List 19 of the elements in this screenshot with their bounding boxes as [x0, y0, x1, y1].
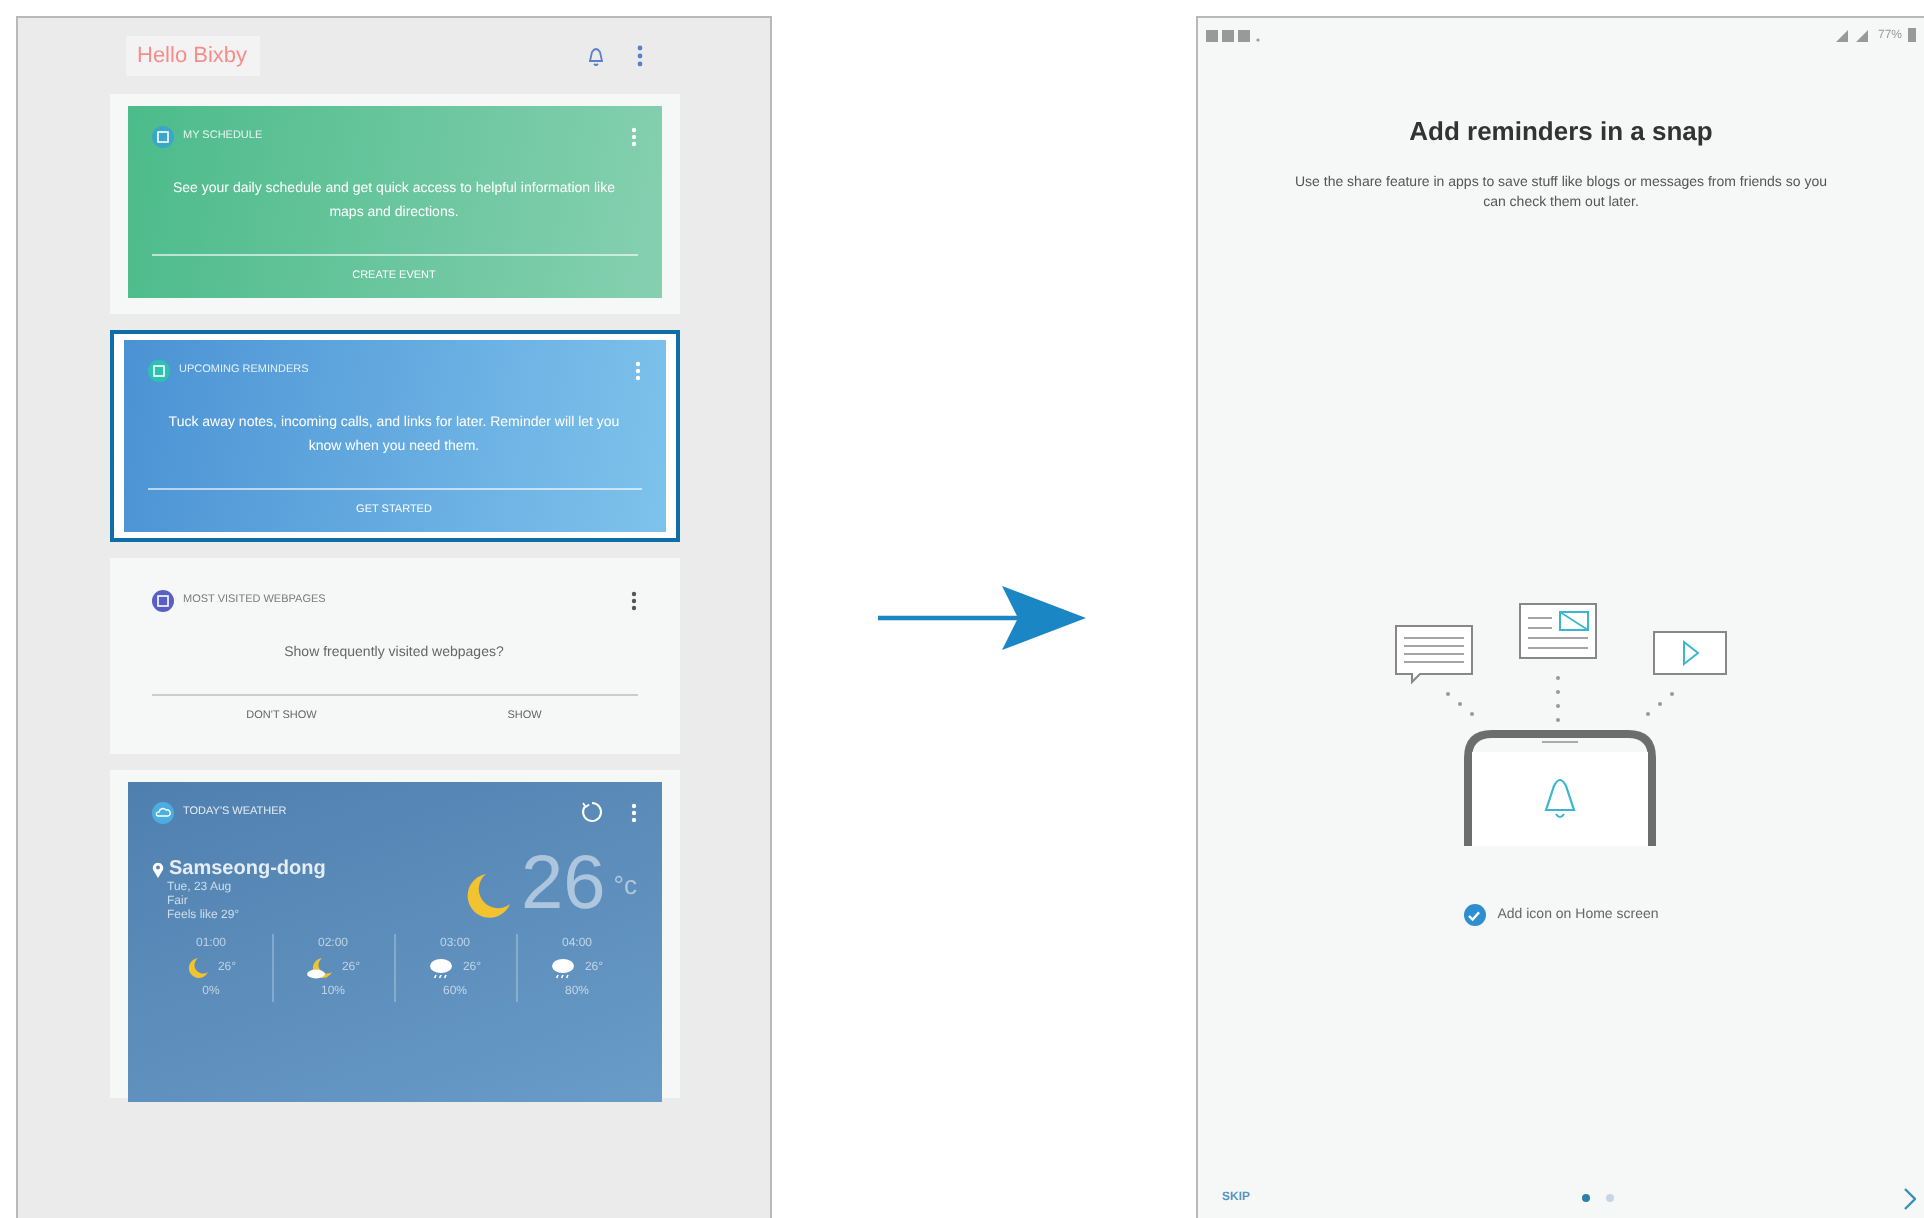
cloud-icon — [151, 801, 173, 823]
more-options-icon[interactable] — [635, 44, 643, 68]
temperature-unit: °c — [613, 869, 637, 899]
location-name: Samseong-dong — [169, 858, 326, 880]
moon-cloud-icon — [305, 956, 334, 980]
more-options-icon[interactable] — [629, 801, 637, 823]
location-pin-icon — [151, 861, 163, 877]
checkbox[interactable] — [1463, 904, 1486, 926]
current-temperature: 26 — [521, 846, 606, 922]
signal-icon — [1835, 29, 1872, 41]
next-chevron-icon[interactable] — [1903, 1187, 1916, 1209]
more-options-icon[interactable] — [629, 589, 637, 611]
rain-cloud-icon — [550, 956, 577, 980]
onboarding-title: Add reminders in a snap — [1409, 116, 1713, 146]
rain-cloud-icon — [428, 956, 455, 980]
refresh-icon[interactable] — [579, 800, 603, 824]
battery-icon — [1908, 28, 1916, 42]
app-title: Hello Bixby — [125, 36, 260, 76]
moon-icon — [185, 956, 210, 980]
